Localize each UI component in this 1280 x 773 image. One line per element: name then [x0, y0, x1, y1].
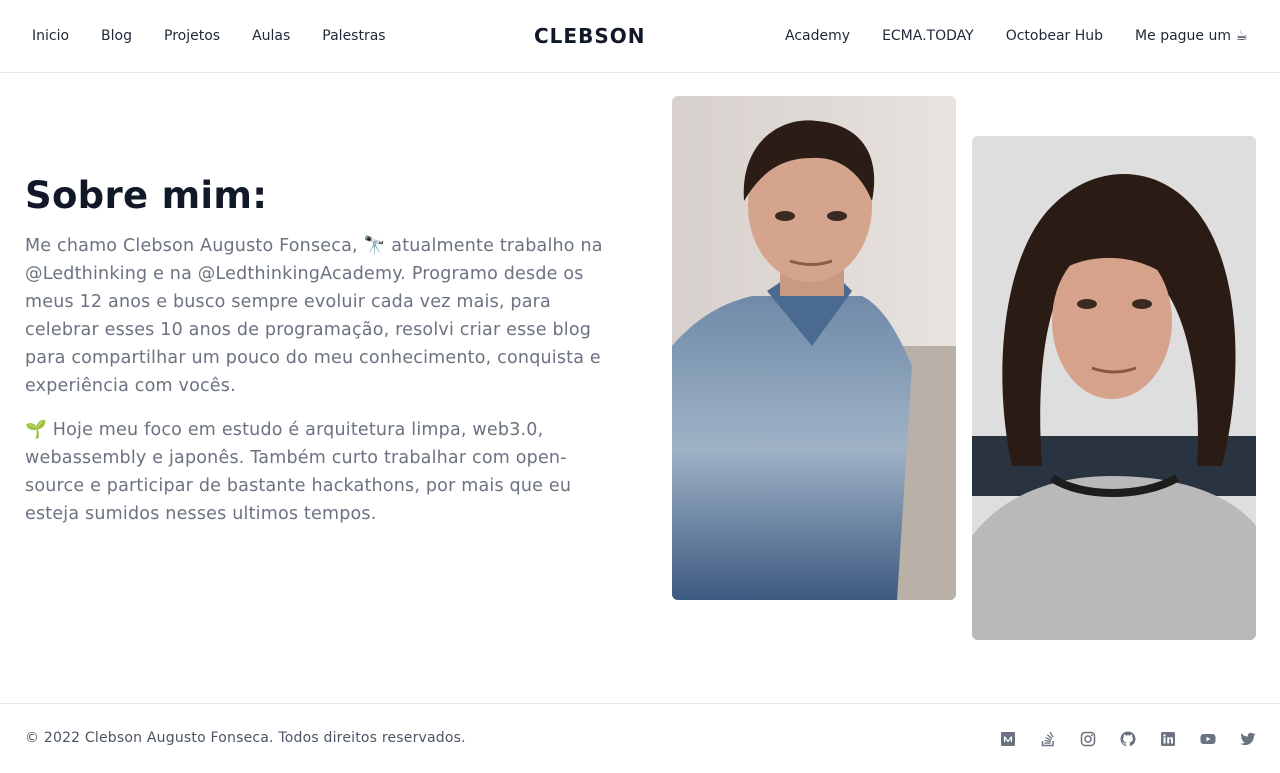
social-links — [976, 730, 1256, 747]
nav-link-ecma-today[interactable]: ECMA.TODAY — [882, 0, 974, 72]
about-paragraph-focus: 🌱 Hoje meu foco em estudo é arquitetura … — [25, 420, 572, 524]
stackoverflow-icon[interactable] — [1040, 731, 1056, 747]
nav-link-academy[interactable]: Academy — [785, 0, 850, 72]
copyright-text: © 2022 Clebson Augusto Fonseca. Todos di… — [25, 730, 466, 746]
nav-link-aulas[interactable]: Aulas — [252, 0, 290, 72]
site-footer: © 2022 Clebson Augusto Fonseca. Todos di… — [0, 703, 1280, 772]
medium-icon[interactable] — [1000, 731, 1016, 747]
nav-link-palestras[interactable]: Palestras — [322, 0, 385, 72]
instagram-icon[interactable] — [1080, 731, 1096, 747]
youtube-icon[interactable] — [1200, 731, 1216, 747]
nav-link-projetos[interactable]: Projetos — [164, 0, 220, 72]
profile-photo-long-hair — [972, 136, 1256, 640]
primary-nav: Inicio Blog Projetos Aulas Palestras — [32, 0, 418, 72]
nav-link-blog[interactable]: Blog — [101, 0, 132, 72]
site-logo[interactable]: CLEBSON — [534, 0, 645, 72]
nav-link-octobear-hub[interactable]: Octobear Hub — [1006, 0, 1103, 72]
secondary-nav: Academy ECMA.TODAY Octobear Hub Me pague… — [753, 0, 1248, 72]
about-section: Sobre mim: Me chamo Clebson Augusto Fons… — [25, 174, 615, 528]
about-title: Sobre mim: — [25, 174, 268, 217]
linkedin-icon[interactable] — [1160, 731, 1176, 747]
site-header: Inicio Blog Projetos Aulas Palestras CLE… — [0, 0, 1280, 73]
about-paragraph-intro: Me chamo Clebson Augusto Fonseca, 🔭 atua… — [25, 236, 603, 396]
github-icon[interactable] — [1120, 731, 1136, 747]
nav-link-inicio[interactable]: Inicio — [32, 0, 69, 72]
nav-link-me-pague-um-cafe[interactable]: Me pague um ☕ — [1135, 0, 1248, 72]
twitter-icon[interactable] — [1240, 731, 1256, 747]
profile-photo-short-hair — [672, 96, 956, 600]
